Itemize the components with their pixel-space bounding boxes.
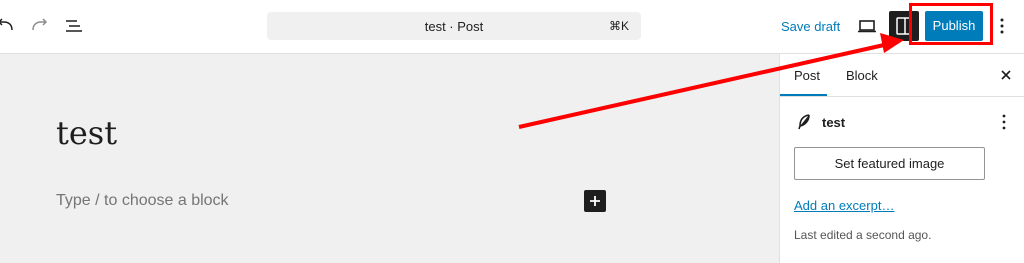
plus-icon [590,196,600,206]
command-shortcut: ⌘K [608,19,629,33]
block-placeholder[interactable]: Type / to choose a block [56,192,229,210]
save-draft-button[interactable]: Save draft [781,19,840,34]
undo-icon[interactable] [0,14,18,38]
laptop-icon[interactable] [855,14,879,38]
annotation-highlight-box [909,3,993,45]
feather-icon [794,112,814,132]
active-tab-indicator [780,94,827,96]
tab-post[interactable]: Post [794,68,820,83]
command-palette-bar[interactable]: test · Post ⌘K [267,12,641,40]
editor-top-toolbar: test · Post ⌘K Save draft Publish [0,0,1024,54]
document-title: test · Post [424,19,484,34]
list-view-icon[interactable] [62,14,86,38]
add-excerpt-link[interactable]: Add an excerpt… [794,198,894,213]
post-summary-title: test [822,115,846,130]
tab-block[interactable]: Block [846,68,878,83]
post-title[interactable]: test [56,114,117,152]
close-icon[interactable] [998,67,1014,83]
redo-icon[interactable] [27,14,51,38]
set-featured-image-button[interactable]: Set featured image [794,147,985,180]
last-edited-text: Last edited a second ago. [794,228,932,242]
more-vertical-icon[interactable] [994,14,1010,38]
settings-sidebar: Post Block test Set featured image Add a… [779,54,1024,263]
block-inserter-button[interactable] [584,190,606,212]
more-vertical-icon[interactable] [996,112,1012,132]
sidebar-tabs: Post Block [780,54,1024,97]
editor-canvas[interactable]: test Type / to choose a block [0,54,779,263]
